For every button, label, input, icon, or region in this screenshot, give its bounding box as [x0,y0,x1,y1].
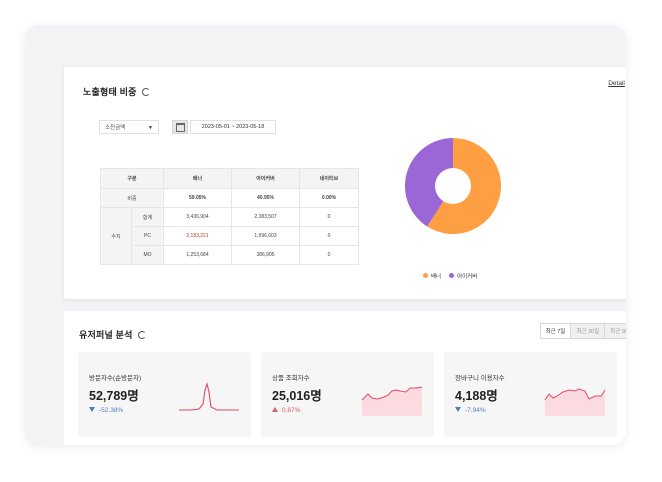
metric-card-visitors[interactable]: 방문자수(순방문자) 52,789명 -52.38% [78,352,251,437]
sparkline-product-views [361,386,423,416]
exposure-title: 노출형태 비중 [83,87,137,97]
metric-value: 25,016명 [272,389,322,403]
table-header-row: 구분 배너 아이커버 네이티브 [100,168,359,189]
dashboard-frame: 노출형태 비중 Detail› 소진금액 ▼ 2023-05-01 ~ 2023… [25,25,626,445]
table-cell: 0 [299,226,359,246]
legend-item[interactable]: 배너 [423,272,441,280]
period-tabs: 최근 7일 최근 30일 최근 90일 [539,323,626,339]
metric-value: 52,789명 [89,389,139,403]
row-sublabel: 합계 [131,207,164,227]
funnel-title: 유저퍼널 분석 [79,330,133,340]
calendar-icon [175,122,185,132]
sparkline-visitors [179,382,239,411]
table-header-cell: 배너 [163,168,232,189]
funnel-title-row: 유저퍼널 분석 [79,328,146,341]
arrow-down-icon [89,407,95,412]
metric-select-value: 소진금액 [105,125,126,131]
exposure-donut-chart [405,138,501,234]
metric-change: 0.87% [272,407,300,414]
table-row: 비중 59.05% 40.95% 0.00% [100,188,359,208]
legend-dot-icon [449,273,455,278]
date-range-value: 2023-05-01 ~ 2023-05-18 [201,124,265,130]
metric-label: 방문자수(순방문자) [89,375,142,382]
legend-item[interactable]: 아이커버 [449,272,477,280]
metric-value: 4,188명 [455,389,498,403]
metric-label: 장바구니 이용자수 [455,375,505,382]
detail-link-label: Detail [608,80,625,87]
legend-label: 배너 [431,274,442,280]
table-header-cell: 구분 [100,168,164,189]
row-label: 수치 [100,207,132,265]
refresh-icon[interactable] [141,88,150,96]
table-cell: 0.00% [299,188,359,208]
metric-change-value: 0.87% [282,407,301,414]
date-range-field[interactable]: 2023-05-01 ~ 2023-05-18 [190,120,276,134]
metric-change: -52.38% [89,407,123,414]
tab-90-days[interactable]: 최근 90일 [604,323,626,339]
sparkline-area [545,389,605,416]
table-row: MO 1,253,684 386,905 0 [101,245,359,265]
donut-hole [435,168,471,204]
table-cell: 3,436,904 [163,207,232,227]
table-cell: 2,383,507 [231,207,300,227]
table-row: PC 2,183,221 1,996,603 0 [101,226,359,246]
sparkline-cart-users [544,388,606,416]
table-cell: 40.95% [231,188,300,208]
funnel-card: 유저퍼널 분석 최근 7일 최근 30일 최근 90일 방문자수(순방문자) 5… [64,311,626,445]
table-cell: 1,996,603 [231,226,300,246]
metric-label: 상품 조회자수 [272,375,310,382]
arrow-up-icon [272,407,278,412]
refresh-icon[interactable] [137,331,146,339]
row-sublabel: MO [131,245,164,265]
detail-link[interactable]: Detail› [608,80,626,87]
calendar-button[interactable] [172,120,188,134]
metric-change: -7.94% [455,407,486,414]
metric-card-product-views[interactable]: 상품 조회자수 25,016명 0.87% [261,352,434,437]
table-cell: 1,253,684 [163,245,232,265]
table-cell: 0 [299,245,359,265]
table-row: 수치 합계 3,436,904 2,383,507 0 [100,207,359,265]
sparkline-line [179,382,239,411]
metric-change-value: -7.94% [465,407,486,414]
tab-30-days[interactable]: 최근 30일 [570,323,606,339]
table-header-cell: 네이티브 [299,168,359,189]
caret-down-icon: ▼ [148,125,153,131]
exposure-card: 노출형태 비중 Detail› 소진금액 ▼ 2023-05-01 ~ 2023… [64,67,626,299]
tab-7-days[interactable]: 최근 7일 [539,323,572,339]
exposure-title-row: 노출형태 비중 [83,85,150,98]
exposure-table: 구분 배너 아이커버 네이티브 비중 59.05% 40.95% 0.00% 수… [100,168,359,265]
table-cell: 0 [299,207,359,227]
metric-change-value: -52.38% [99,407,124,414]
row-sublabel: PC [131,226,164,246]
metric-card-cart-users[interactable]: 장바구니 이용자수 4,188명 -7.94% [444,352,617,437]
row-label: 비중 [100,188,164,208]
table-header-cell: 아이커버 [231,168,300,189]
chart-legend: 배너 아이커버 [423,272,477,280]
legend-dot-icon [423,273,428,278]
legend-label: 아이커버 [457,274,478,280]
table-cell: 59.05% [163,188,232,208]
arrow-down-icon [455,407,461,412]
table-cell: 2,183,221 [163,226,232,246]
metric-select[interactable]: 소진금액 ▼ [99,120,159,134]
table-cell: 386,905 [231,245,300,265]
